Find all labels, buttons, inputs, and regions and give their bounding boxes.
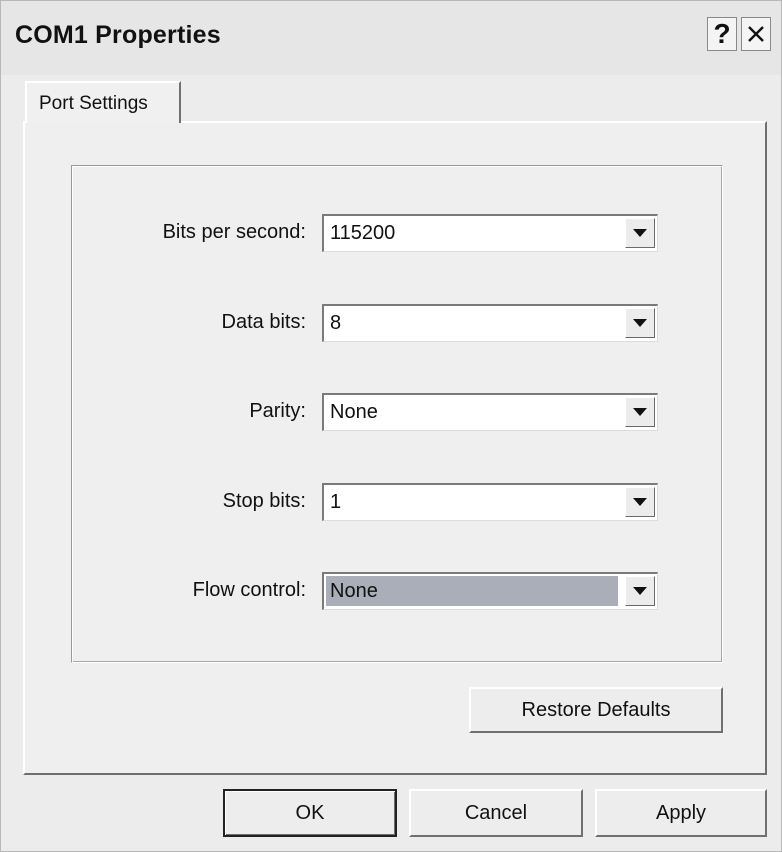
title-bar[interactable]: COM1 Properties ? (1, 1, 781, 75)
bits-per-second-label: Bits per second: (162, 221, 306, 243)
ok-button[interactable]: OK (223, 789, 397, 837)
tab-port-settings[interactable]: Port Settings (25, 81, 181, 123)
chevron-down-icon (633, 319, 647, 327)
flow-control-label: Flow control: (192, 579, 306, 601)
stop-bits-value: 1 (330, 491, 342, 513)
restore-defaults-button[interactable]: Restore Defaults (469, 687, 723, 733)
settings-group: Bits per second: 115200 Data bits: 8 Par… (71, 165, 723, 663)
help-button[interactable]: ? (707, 17, 737, 51)
data-bits-label: Data bits: (221, 311, 306, 333)
data-bits-dropdown-button[interactable] (625, 308, 655, 338)
chevron-down-icon (633, 587, 647, 595)
stop-bits-select[interactable]: 1 (322, 483, 658, 521)
data-bits-select[interactable]: 8 (322, 304, 658, 342)
flow-control-value: None (330, 580, 378, 602)
chevron-down-icon (633, 408, 647, 416)
tab-label: Port Settings (39, 93, 148, 114)
parity-value: None (330, 401, 378, 423)
bits-per-second-value: 115200 (330, 222, 396, 244)
bits-per-second-select[interactable]: 115200 (322, 214, 658, 252)
parity-dropdown-button[interactable] (625, 397, 655, 427)
chevron-down-icon (633, 229, 647, 237)
parity-label: Parity: (249, 400, 306, 422)
tab-page-port-settings: Bits per second: 115200 Data bits: 8 Par… (23, 121, 767, 775)
bits-per-second-dropdown-button[interactable] (625, 218, 655, 248)
properties-dialog: COM1 Properties ? Port Settings Bits per… (0, 0, 782, 852)
flow-control-select[interactable]: None (322, 572, 658, 610)
stop-bits-label: Stop bits: (222, 490, 306, 512)
close-icon (748, 26, 764, 42)
window-title: COM1 Properties (15, 21, 221, 49)
parity-select[interactable]: None (322, 393, 658, 431)
help-icon: ? (713, 18, 731, 49)
stop-bits-dropdown-button[interactable] (625, 487, 655, 517)
flow-control-dropdown-button[interactable] (625, 576, 655, 606)
data-bits-value: 8 (330, 312, 342, 334)
close-button[interactable] (741, 17, 771, 51)
chevron-down-icon (633, 498, 647, 506)
cancel-button[interactable]: Cancel (409, 789, 583, 837)
apply-button[interactable]: Apply (595, 789, 767, 837)
